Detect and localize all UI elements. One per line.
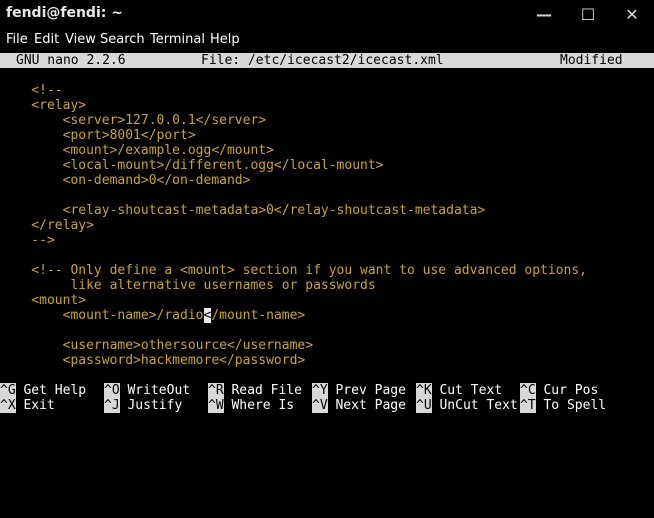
menu-help[interactable]: Help [210,32,240,47]
shortcut-get-help[interactable]: ^G Get Help [0,383,86,398]
code-line: <server>127.0.0.1</server> [0,113,267,128]
shortcut-exit[interactable]: ^X Exit [0,398,55,413]
nano-modified-flag: Modified [560,53,623,68]
shortcut-row-1: ^G Get Help ^O WriteOut ^R Read File ^Y … [0,383,654,398]
shortcut-writeout[interactable]: ^O WriteOut [104,383,190,398]
nano-filename: File: /etc/icecast2/icecast.xml [201,53,444,68]
menu-view[interactable]: View [65,32,96,47]
code-line: <on-demand>0</on-demand> [0,173,251,188]
close-icon[interactable]: ✕ [610,0,654,29]
maximize-icon[interactable]: ☐ [566,0,610,29]
code-line: <local-mount>/different.ogg</local-mount… [0,158,384,173]
code-line: <port>8001</port> [0,128,196,143]
code-line-cursor: <mount-name>/radio</mount-name> [0,308,654,323]
code-line: <!-- [0,83,63,98]
window-title: fendi@fendi: ~ [6,5,123,21]
code-line: <username>othersource</username> [0,338,314,353]
code-line: <mount> [0,293,87,308]
shortcut-cut-text[interactable]: ^K Cut Text [416,383,502,398]
cursor-line-after: /mount-name> [211,308,306,323]
code-line: --> [0,233,55,248]
code-line: like alternative usernames or passwords [0,278,376,293]
nano-status-bar: GNU nano 2.2.6 File: /etc/icecast2/iceca… [0,53,654,68]
code-line: </relay> [0,218,94,233]
terminal-area[interactable]: GNU nano 2.2.6 File: /etc/icecast2/iceca… [0,51,654,414]
shortcut-row-2: ^X Exit ^J Justify ^W Where Is ^V Next P… [0,398,654,413]
code-line: <relay> [0,98,87,113]
menu-bar: File Edit View Search Terminal Help [0,29,654,51]
shortcut-prev-page[interactable]: ^Y Prev Page [312,383,406,398]
shortcut-next-page[interactable]: ^V Next Page [312,398,406,413]
menu-file[interactable]: File [6,32,28,47]
minimize-icon[interactable]: — [522,0,566,29]
code-line: <mount>/example.ogg</mount> [0,143,274,158]
menu-search[interactable]: Search [100,32,145,47]
nano-version: GNU nano 2.2.6 [16,53,126,68]
shortcut-where-is[interactable]: ^W Where Is [208,398,294,413]
title-bar: fendi@fendi: ~ — ☐ ✕ [0,0,654,29]
shortcut-justify[interactable]: ^J Justify [104,398,182,413]
menu-terminal[interactable]: Terminal [150,32,205,47]
shortcut-to-spell[interactable]: ^T To Spell [520,398,606,413]
code-line: <!-- Only define a <mount> section if yo… [0,263,587,278]
code-line: <relay-shoutcast-metadata>0</relay-shout… [0,203,486,218]
shortcut-read-file[interactable]: ^R Read File [208,383,302,398]
shortcut-cur-pos[interactable]: ^C Cur Pos [520,383,598,398]
cursor-line-before: <mount-name>/radio [0,308,204,323]
menu-edit[interactable]: Edit [34,32,59,47]
code-line: <password>hackmemore</password> [0,353,306,368]
shortcut-uncut-text[interactable]: ^U UnCut Text [416,398,518,413]
